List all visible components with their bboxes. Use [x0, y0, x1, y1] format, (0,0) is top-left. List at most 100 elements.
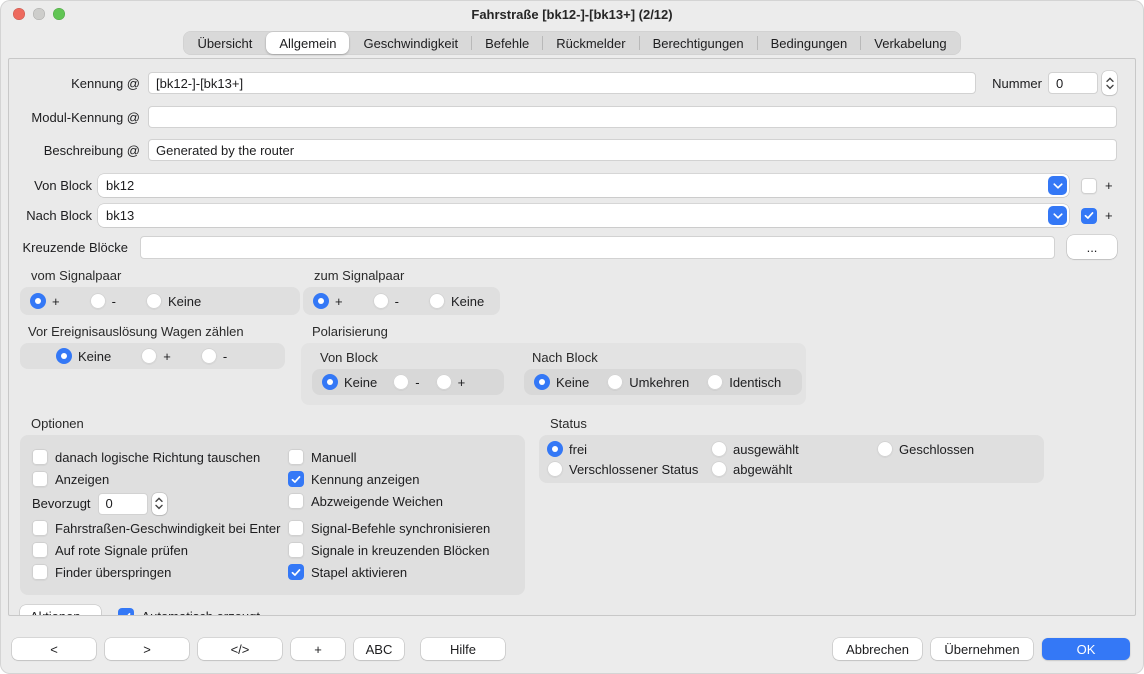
- kreuzende-bloecke-browse-button[interactable]: ...: [1067, 235, 1117, 259]
- polarisierung-von-block-option-plus[interactable]: +: [436, 374, 466, 390]
- vom-signalpaar-option-plus[interactable]: +: [30, 293, 60, 309]
- option-checkbox[interactable]: [32, 449, 48, 465]
- uebernehmen-button[interactable]: Übernehmen: [931, 638, 1033, 660]
- polarisierung-von-block-title: Von Block: [320, 350, 504, 365]
- wagen-polarisierung-section: Vor Ereignisauslösung Wagen zählen Keine…: [20, 324, 1117, 405]
- nummer-input[interactable]: [1048, 72, 1098, 94]
- radio-label: +: [163, 349, 171, 364]
- option-checkbox[interactable]: [288, 449, 304, 465]
- option-checkbox[interactable]: [288, 542, 304, 558]
- option-checkbox[interactable]: [32, 471, 48, 487]
- tab-bedingungen[interactable]: Bedingungen: [758, 32, 861, 54]
- nach-block-plus-checkbox[interactable]: [1081, 208, 1097, 224]
- vom-signalpaar-option-keine[interactable]: Keine: [146, 293, 201, 309]
- check-icon: [291, 568, 301, 577]
- option-manuell: Manuell: [288, 446, 517, 468]
- option-checkbox[interactable]: [288, 564, 304, 580]
- option-label: Anzeigen: [55, 472, 109, 487]
- kreuzende-bloecke-input[interactable]: [140, 236, 1055, 259]
- option-checkbox[interactable]: [288, 493, 304, 509]
- status-option-verschlossener-status[interactable]: Verschlossener Status: [547, 459, 711, 479]
- nummer-label: Nummer: [992, 76, 1042, 91]
- polarisierung-von-block-option-item[interactable]: -: [393, 374, 419, 390]
- nav-xml-button[interactable]: </>: [198, 638, 282, 660]
- modul-kennung-label: Modul-Kennung @: [20, 110, 140, 125]
- von-block-plus-checkbox[interactable]: [1081, 178, 1097, 194]
- zum-signalpaar-option-keine[interactable]: Keine: [429, 293, 484, 309]
- polarisierung-nach-block-option-keine[interactable]: Keine: [534, 374, 589, 390]
- radio-icon: [393, 374, 409, 390]
- kreuzende-bloecke-label: Kreuzende Blöcke: [20, 240, 128, 255]
- status-option-abgew-hlt[interactable]: abgewählt: [711, 459, 877, 479]
- traffic-lights: [13, 8, 65, 20]
- vom-signalpaar-title: vom Signalpaar: [31, 268, 300, 283]
- kennung-input[interactable]: [148, 72, 976, 94]
- option-checkbox[interactable]: [32, 542, 48, 558]
- nav-add-button[interactable]: +: [291, 638, 345, 660]
- zum-signalpaar-option-plus[interactable]: +: [313, 293, 343, 309]
- radio-label: abgewählt: [733, 462, 792, 477]
- option-fahrstra-en-geschwindigkeit-bei-enter: Fahrstraßen-Geschwindigkeit bei Enter: [32, 517, 288, 539]
- nach-block-combobox[interactable]: bk13: [98, 204, 1069, 227]
- status-column-1: frei Verschlossener Status: [547, 439, 711, 479]
- wagen-zaehlen-option-plus[interactable]: +: [141, 348, 171, 364]
- abbrechen-button[interactable]: Abbrechen: [833, 638, 922, 660]
- zoom-window-button[interactable]: [53, 8, 65, 20]
- radio-label: -: [395, 294, 399, 309]
- option-abzweigende-weichen: Abzweigende Weichen: [288, 490, 517, 512]
- polarisierung-nach-block-option-identisch[interactable]: Identisch: [707, 374, 781, 390]
- status-option-geschlossen[interactable]: Geschlossen: [877, 439, 1036, 459]
- optionen-status-section: Optionen danach logische Richtung tausch…: [20, 416, 1117, 595]
- option-checkbox[interactable]: [288, 520, 304, 536]
- polarisierung-von-block-option-keine[interactable]: Keine: [322, 374, 377, 390]
- optionen-grid: danach logische Richtung tauschenManuell…: [32, 446, 517, 583]
- option-anzeigen: Anzeigen: [32, 468, 288, 490]
- help-button[interactable]: Hilfe: [421, 638, 505, 660]
- wagen-zaehlen-option-keine[interactable]: Keine: [56, 348, 111, 364]
- status-column-2: ausgewählt abgewählt: [711, 439, 877, 479]
- tab-befehle[interactable]: Befehle: [472, 32, 542, 54]
- tab-r-ckmelder[interactable]: Rückmelder: [543, 32, 638, 54]
- option-checkbox[interactable]: [32, 564, 48, 580]
- aktionen-button[interactable]: Aktionen...: [20, 605, 101, 616]
- status-option-ausgew-hlt[interactable]: ausgewählt: [711, 439, 877, 459]
- vom-signalpaar-option-item[interactable]: -: [90, 293, 116, 309]
- close-window-button[interactable]: [13, 8, 25, 20]
- modul-kennung-input[interactable]: [148, 106, 1117, 128]
- radio-icon: [547, 441, 563, 457]
- kennung-label: Kennung @: [20, 76, 140, 91]
- tab-bersicht[interactable]: Übersicht: [184, 32, 265, 54]
- check-icon: [291, 475, 301, 484]
- beschreibung-input[interactable]: [148, 139, 1117, 161]
- radio-label: +: [458, 375, 466, 390]
- bevorzugt-stepper[interactable]: [152, 493, 167, 515]
- automatisch-erzeugt-checkbox[interactable]: [118, 608, 134, 616]
- nav-back-button[interactable]: <: [12, 638, 96, 660]
- option-label: Finder überspringen: [55, 565, 171, 580]
- nav-abc-button[interactable]: ABC: [354, 638, 404, 660]
- nummer-stepper[interactable]: [1102, 71, 1117, 95]
- wagen-zaehlen-option-item[interactable]: -: [201, 348, 227, 364]
- option-label: Manuell: [311, 450, 357, 465]
- bevorzugt-input[interactable]: [98, 493, 148, 515]
- nav-forward-button[interactable]: >: [105, 638, 189, 660]
- von-block-dropdown-button[interactable]: [1048, 176, 1067, 195]
- radio-label: Keine: [168, 294, 201, 309]
- option-checkbox[interactable]: [32, 520, 48, 536]
- option-checkbox[interactable]: [288, 471, 304, 487]
- radio-label: Keine: [556, 375, 589, 390]
- tab-verkabelung[interactable]: Verkabelung: [861, 32, 959, 54]
- status-option-frei[interactable]: frei: [547, 439, 711, 459]
- tab-geschwindigkeit[interactable]: Geschwindigkeit: [350, 32, 471, 54]
- von-block-combobox[interactable]: bk12: [98, 174, 1069, 197]
- status-group: Status freiVerschlossener Statusausgewäh…: [539, 416, 1044, 483]
- zum-signalpaar-option-item[interactable]: -: [373, 293, 399, 309]
- tab-berechtigungen[interactable]: Berechtigungen: [640, 32, 757, 54]
- ok-button[interactable]: OK: [1042, 638, 1130, 660]
- radio-label: frei: [569, 442, 587, 457]
- signalpaar-section: vom Signalpaar +-Keine zum Signalpaar +-…: [20, 268, 1117, 315]
- nach-block-dropdown-button[interactable]: [1048, 206, 1067, 225]
- polarisierung-nach-block-option-umkehren[interactable]: Umkehren: [607, 374, 689, 390]
- tab-allgemein[interactable]: Allgemein: [266, 32, 349, 54]
- minimize-window-button[interactable]: [33, 8, 45, 20]
